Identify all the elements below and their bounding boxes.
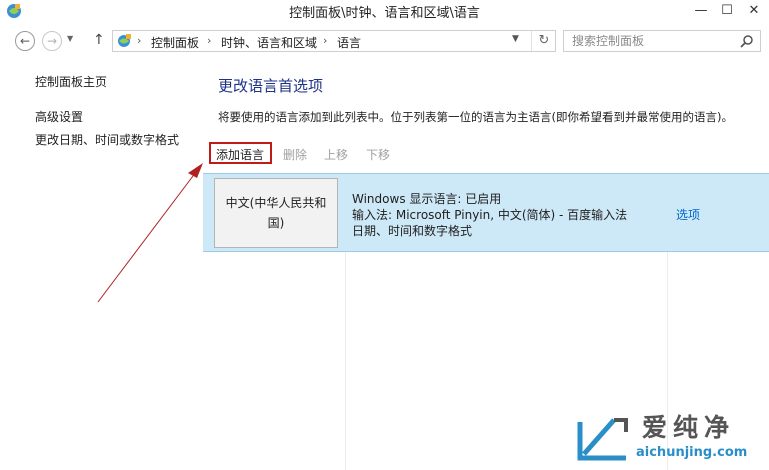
page-description: 将要使用的语言添加到此列表中。位于列表第一位的语言为主语言(即你希望看到并最常使… <box>218 110 733 124</box>
sidebar-item-advanced-settings[interactable]: 高级设置 <box>35 108 83 125</box>
sidebar-item-home[interactable]: 控制面板主页 <box>35 73 107 90</box>
breadcrumb-separator-icon: › <box>137 34 142 47</box>
sidebar: 控制面板主页 高级设置 更改日期、时间或数字格式 <box>0 61 205 470</box>
title-bar: 控制面板\时钟、语言和区域\语言 — ☐ ✕ <box>0 0 769 23</box>
page-title: 更改语言首选项 <box>218 77 324 95</box>
address-bar[interactable]: › 控制面板 › 时钟、语言和区域 › 语言 ▼ ↻ <box>112 30 556 52</box>
control-panel-location-icon <box>118 34 131 47</box>
sidebar-item-change-date-format[interactable]: 更改日期、时间或数字格式 <box>35 131 179 148</box>
watermark-logo-icon <box>577 418 628 461</box>
column-divider <box>345 252 346 470</box>
display-language-status: Windows 显示语言: 已启用 <box>352 192 502 206</box>
watermark-text: 爱纯净 <box>642 413 736 442</box>
back-arrow-icon[interactable]: ← <box>15 31 35 51</box>
watermark-url: aichunjing.com <box>636 445 748 460</box>
breadcrumb-control-panel[interactable]: 控制面板 <box>151 34 199 51</box>
search-box[interactable] <box>563 30 761 52</box>
remove-button[interactable]: 删除 <box>283 146 307 163</box>
navigation-bar: ← → ▼ ↑ › 控制面板 › 时钟、语言和区域 › 语言 ▼ ↻ <box>0 23 769 61</box>
input-method-info: 输入法: Microsoft Pinyin, 中文(简体) - 百度输入法 <box>352 208 628 222</box>
move-up-button[interactable]: 上移 <box>324 146 348 163</box>
move-down-button[interactable]: 下移 <box>366 146 390 163</box>
forward-arrow-icon[interactable]: → <box>42 31 62 51</box>
up-arrow-icon[interactable]: ↑ <box>93 32 105 48</box>
search-input[interactable] <box>572 33 732 49</box>
breadcrumb-separator-icon: › <box>207 34 212 47</box>
refresh-icon[interactable]: ↻ <box>531 31 556 51</box>
search-icon[interactable] <box>740 34 754 48</box>
watermark: 爱纯净 aichunjing.com <box>570 405 769 470</box>
format-info: 日期、时间和数字格式 <box>352 224 473 238</box>
chevron-down-icon[interactable]: ▼ <box>67 34 73 43</box>
options-link[interactable]: 选项 <box>676 206 700 223</box>
breadcrumb-separator-icon: › <box>323 34 328 47</box>
language-name-tile[interactable]: 中文(中华人民共和国) <box>214 178 338 248</box>
maximize-button[interactable]: ☐ <box>714 0 740 23</box>
breadcrumb-language[interactable]: 语言 <box>337 34 361 51</box>
close-button[interactable]: ✕ <box>741 0 767 23</box>
window-title: 控制面板\时钟、语言和区域\语言 <box>289 6 480 21</box>
minimize-button[interactable]: — <box>688 0 714 23</box>
language-toolbar: 添加语言 删除 上移 下移 <box>203 140 769 167</box>
address-dropdown-icon[interactable]: ▼ <box>512 34 519 44</box>
language-list-item[interactable]: 中文(中华人民共和国) Windows 显示语言: 已启用 输入法: Micro… <box>203 173 769 252</box>
breadcrumb-clock-language-region[interactable]: 时钟、语言和区域 <box>221 34 317 51</box>
highlight-box <box>209 142 272 164</box>
